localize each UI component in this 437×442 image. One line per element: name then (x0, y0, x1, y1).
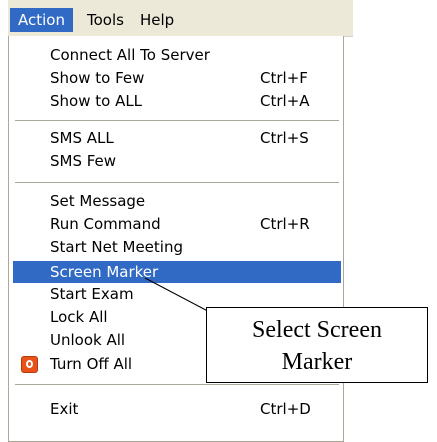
menu-item-connect-all-to-server[interactable]: Connect All To Server (13, 44, 341, 67)
menu-separator (15, 384, 339, 385)
menu-item-start-exam[interactable]: Start Exam (13, 283, 341, 306)
menu-item-shortcut: Ctrl+S (260, 129, 309, 147)
menu-item-label: Run Command (50, 215, 161, 233)
menu-item-run-command[interactable]: Run Command Ctrl+R (13, 213, 341, 236)
menu-item-label: Show to Few (50, 69, 145, 87)
menu-item-shortcut: Ctrl+A (260, 92, 310, 110)
menu-item-sms-few[interactable]: SMS Few (13, 150, 341, 173)
menu-item-exit[interactable]: Exit Ctrl+D (13, 398, 341, 421)
menu-item-shortcut: Ctrl+D (260, 400, 311, 418)
menu-item-show-to-all[interactable]: Show to ALL Ctrl+A (13, 90, 341, 113)
menu-item-label: Unlook All (50, 331, 126, 349)
menu-help[interactable]: Help (132, 8, 182, 32)
menu-item-label: Connect All To Server (50, 46, 210, 64)
menu-item-label: SMS ALL (50, 129, 114, 147)
menu-bar: Action Tools Help (8, 0, 353, 37)
menu-item-label: Start Net Meeting (50, 238, 183, 256)
callout-line-1: Select Screen (252, 317, 382, 343)
menu-item-shortcut: Ctrl+F (260, 69, 308, 87)
menu-item-start-net-meeting[interactable]: Start Net Meeting (13, 236, 341, 259)
menu-tools[interactable]: Tools (79, 8, 132, 32)
menu-item-label: Show to ALL (50, 92, 143, 110)
menu-item-sms-all[interactable]: SMS ALL Ctrl+S (13, 127, 341, 150)
menu-item-screen-marker[interactable]: Screen Marker (13, 261, 341, 283)
power-off-icon (21, 356, 38, 373)
menu-separator (15, 120, 339, 121)
menu-item-label: Lock All (50, 308, 108, 326)
menu-item-label: SMS Few (50, 152, 117, 170)
menu-item-label: Start Exam (50, 285, 134, 303)
menu-item-label: Screen Marker (50, 263, 159, 281)
menu-action[interactable]: Action (10, 8, 73, 32)
menu-item-label: Turn Off All (50, 355, 133, 373)
callout-line-2: Marker (281, 349, 353, 375)
menu-item-show-to-few[interactable]: Show to Few Ctrl+F (13, 67, 341, 90)
menu-item-shortcut: Ctrl+R (260, 215, 310, 233)
annotation-callout: Select Screen Marker (206, 307, 428, 383)
menu-item-label: Set Message (50, 192, 146, 210)
menu-item-label: Exit (50, 400, 79, 418)
menu-item-set-message[interactable]: Set Message (13, 190, 341, 213)
menu-separator (15, 182, 339, 183)
